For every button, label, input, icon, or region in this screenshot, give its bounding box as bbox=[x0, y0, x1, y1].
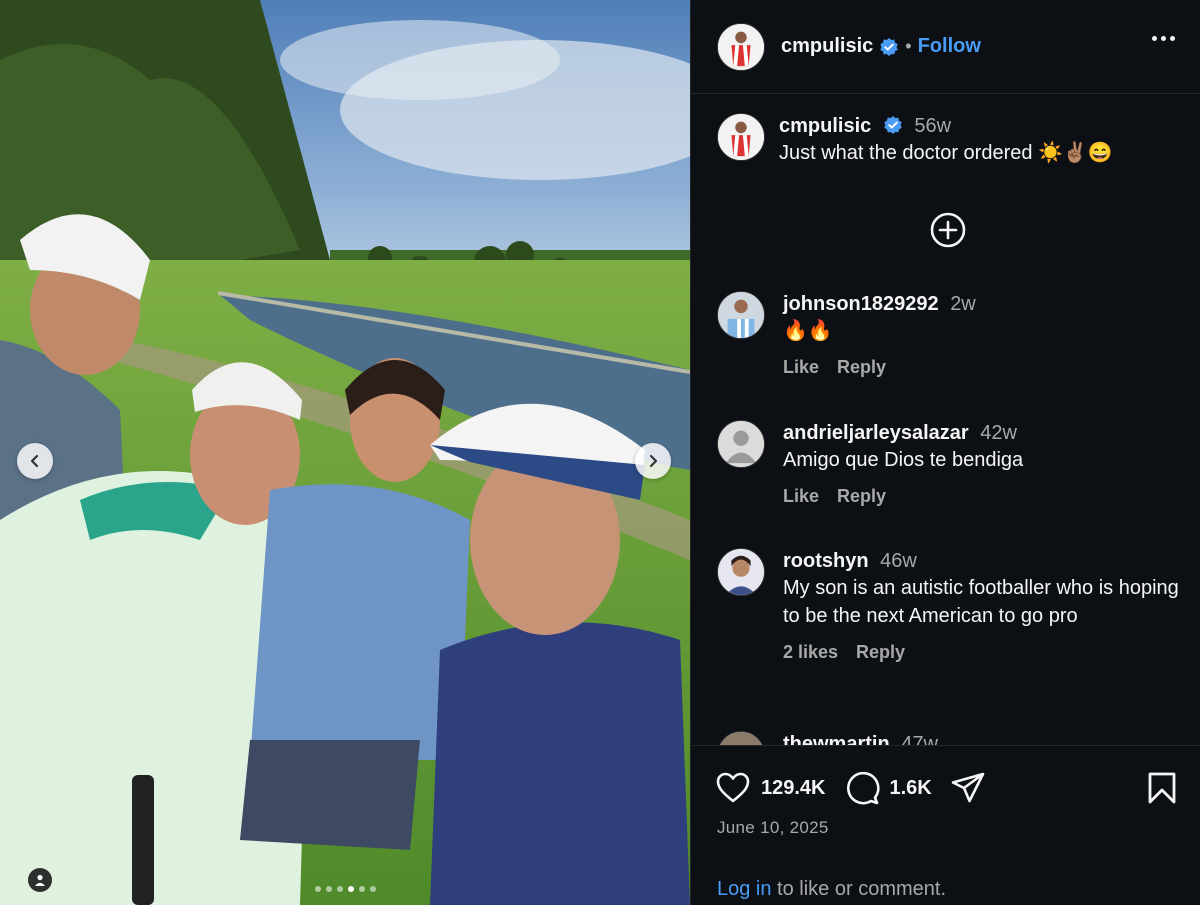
comment-bubble-icon bbox=[846, 771, 880, 805]
carousel-dot bbox=[325, 886, 332, 892]
like-comment-button[interactable]: Like bbox=[783, 357, 819, 378]
golf-selfie-image bbox=[0, 0, 690, 905]
post-photo[interactable] bbox=[0, 0, 690, 905]
comment-button[interactable]: 1.6K bbox=[844, 770, 932, 806]
heart-icon bbox=[716, 772, 750, 803]
reply-button[interactable]: Reply bbox=[837, 486, 886, 507]
post-date[interactable]: June 10, 2025 bbox=[717, 818, 829, 838]
like-button[interactable]: 129.4K bbox=[715, 770, 826, 806]
author-username[interactable]: cmpulisic bbox=[781, 35, 873, 58]
commenter-avatar-image bbox=[718, 732, 764, 745]
commenter-avatar-image bbox=[718, 549, 764, 595]
comments-count[interactable]: 1.6K bbox=[890, 777, 932, 800]
login-link[interactable]: Log in bbox=[717, 878, 772, 900]
comment-age: 2w bbox=[950, 293, 976, 315]
author-avatar-image bbox=[718, 114, 764, 160]
login-prompt-text: to like or comment. bbox=[771, 878, 947, 900]
carousel-dot-active bbox=[347, 886, 354, 892]
comment-text: My son is an autistic footballer who is … bbox=[783, 577, 1179, 627]
caption-author-avatar[interactable] bbox=[717, 113, 765, 161]
carousel-dot bbox=[358, 886, 365, 892]
commenter-avatar[interactable] bbox=[717, 731, 765, 745]
comment-likes-count[interactable]: 2 likes bbox=[783, 642, 838, 663]
send-icon bbox=[951, 772, 985, 803]
post-header: cmpulisic • Follow bbox=[691, 0, 1200, 94]
commenter-avatar[interactable] bbox=[717, 291, 765, 339]
commenter-avatar[interactable] bbox=[717, 548, 765, 596]
load-more-comments-icon[interactable] bbox=[929, 211, 967, 249]
post-footer: 129.4K 1.6K June 10, 2025 Log in to like… bbox=[691, 745, 1200, 905]
chevron-right-icon bbox=[649, 454, 658, 468]
author-avatar[interactable] bbox=[717, 22, 765, 71]
header-separator: • bbox=[905, 36, 912, 56]
login-prompt: Log in to like or comment. bbox=[717, 878, 946, 901]
default-user-icon bbox=[718, 421, 764, 467]
reply-button[interactable]: Reply bbox=[856, 642, 905, 663]
comments-list[interactable]: cmpulisic 56w Just what the doctor order… bbox=[691, 95, 1200, 745]
commenter-username[interactable]: rootshyn bbox=[783, 550, 869, 572]
follow-button[interactable]: Follow bbox=[918, 35, 981, 58]
commenter-avatar[interactable] bbox=[717, 420, 765, 468]
likes-count[interactable]: 129.4K bbox=[761, 777, 826, 800]
like-comment-button[interactable]: Like bbox=[783, 486, 819, 507]
more-options-icon[interactable] bbox=[1152, 36, 1175, 41]
carousel-indicator bbox=[0, 886, 690, 892]
comment-age: 42w bbox=[980, 422, 1017, 444]
share-button[interactable] bbox=[950, 770, 986, 806]
author-avatar-image bbox=[718, 23, 764, 70]
tag-person-icon bbox=[35, 874, 45, 886]
carousel-dot bbox=[314, 886, 321, 892]
commenter-username[interactable]: andrieljarleysalazar bbox=[783, 422, 969, 444]
carousel-dot bbox=[369, 886, 376, 892]
commenter-username[interactable]: thewmartin bbox=[783, 733, 890, 745]
carousel-prev-button[interactable] bbox=[17, 443, 53, 479]
reply-button[interactable]: Reply bbox=[837, 357, 886, 378]
verified-badge-icon bbox=[880, 37, 898, 56]
chevron-left-icon bbox=[30, 454, 39, 468]
caption-age: 56w bbox=[914, 115, 952, 137]
carousel-next-button[interactable] bbox=[635, 443, 671, 479]
comment-text: Amigo que Dios te bendiga bbox=[783, 449, 1024, 471]
comment-age: 47w bbox=[901, 733, 938, 745]
carousel-dot bbox=[336, 886, 343, 892]
caption-author-username[interactable]: cmpulisic bbox=[779, 115, 871, 137]
comment-age: 46w bbox=[880, 550, 917, 572]
commenter-username[interactable]: johnson1829292 bbox=[783, 293, 939, 315]
comment-text: 🔥🔥 bbox=[783, 320, 833, 342]
commenter-avatar-image bbox=[718, 292, 764, 338]
caption-text: Just what the doctor ordered ☀️✌🏽😄 bbox=[779, 142, 1113, 164]
bookmark-icon[interactable] bbox=[1145, 770, 1179, 806]
post-side-panel: cmpulisic • Follow cmpulisic 56w Just wh… bbox=[690, 0, 1200, 905]
verified-badge-icon bbox=[884, 116, 902, 134]
